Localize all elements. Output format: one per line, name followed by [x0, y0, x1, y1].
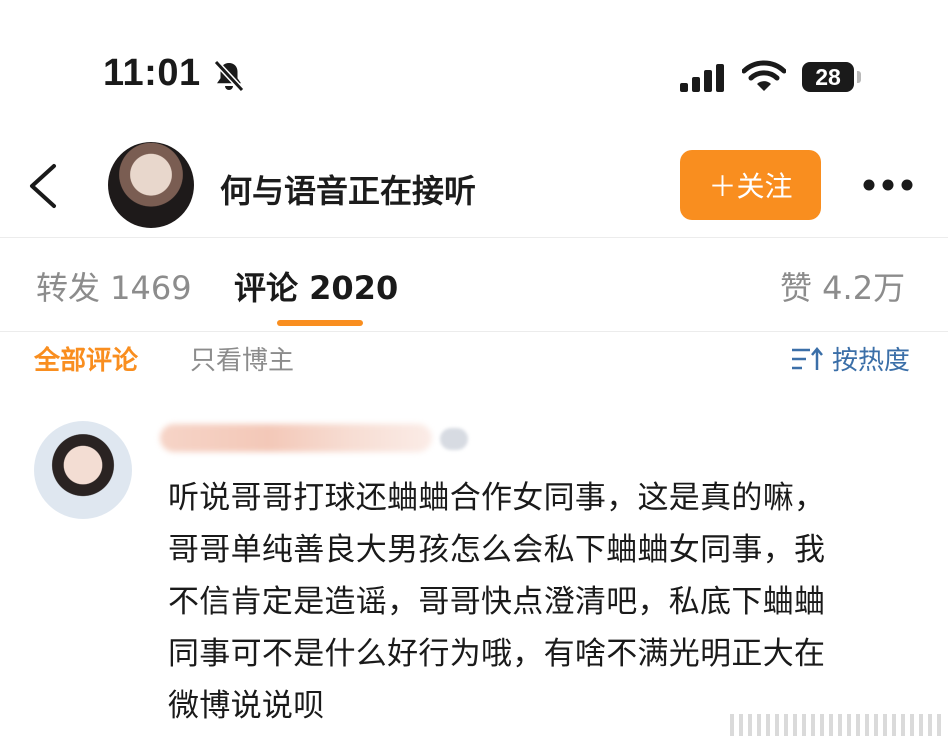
battery-icon: 28: [802, 62, 854, 92]
header-avatar[interactable]: [108, 142, 194, 228]
battery-cap: [857, 71, 861, 83]
screen: 11:01 28 何与语音正在接听 ＋关注 转发 1469 评论 2020 赞 …: [0, 0, 948, 750]
signal-icon: [680, 64, 724, 92]
tab-repost[interactable]: 转发 1469: [36, 263, 192, 309]
tab-active-indicator: [277, 320, 363, 326]
sort-icon[interactable]: [790, 346, 824, 372]
comment-avatar[interactable]: [34, 421, 132, 519]
comment-footer-cropped: [166, 738, 916, 750]
user-badge-icon: [440, 428, 468, 450]
sort-by-hot[interactable]: 按热度: [832, 340, 910, 377]
filter-owner-only[interactable]: 只看博主: [190, 340, 294, 377]
page-title[interactable]: 何与语音正在接听: [220, 166, 476, 212]
more-icon[interactable]: [862, 178, 914, 192]
comment-username-blurred[interactable]: [160, 424, 432, 452]
tab-comments[interactable]: 评论 2020: [234, 263, 398, 309]
back-icon[interactable]: [26, 162, 60, 210]
header-divider: [0, 237, 948, 238]
tabs-divider: [0, 331, 948, 332]
comment-text: 听说哥哥打球还蛐蛐合作女同事，这是真的嘛， 哥哥单纯善良大男孩怎么会私下蛐蛐女同…: [168, 480, 826, 724]
watermark: [730, 714, 944, 736]
status-time: 11:01: [103, 52, 201, 94]
follow-button[interactable]: ＋关注: [680, 150, 821, 220]
bell-slash-icon: [213, 59, 245, 93]
filter-all-comments[interactable]: 全部评论: [34, 340, 138, 377]
wifi-icon: [742, 60, 786, 91]
battery-level: 28: [815, 64, 841, 90]
tab-likes[interactable]: 赞 4.2万: [780, 263, 905, 309]
